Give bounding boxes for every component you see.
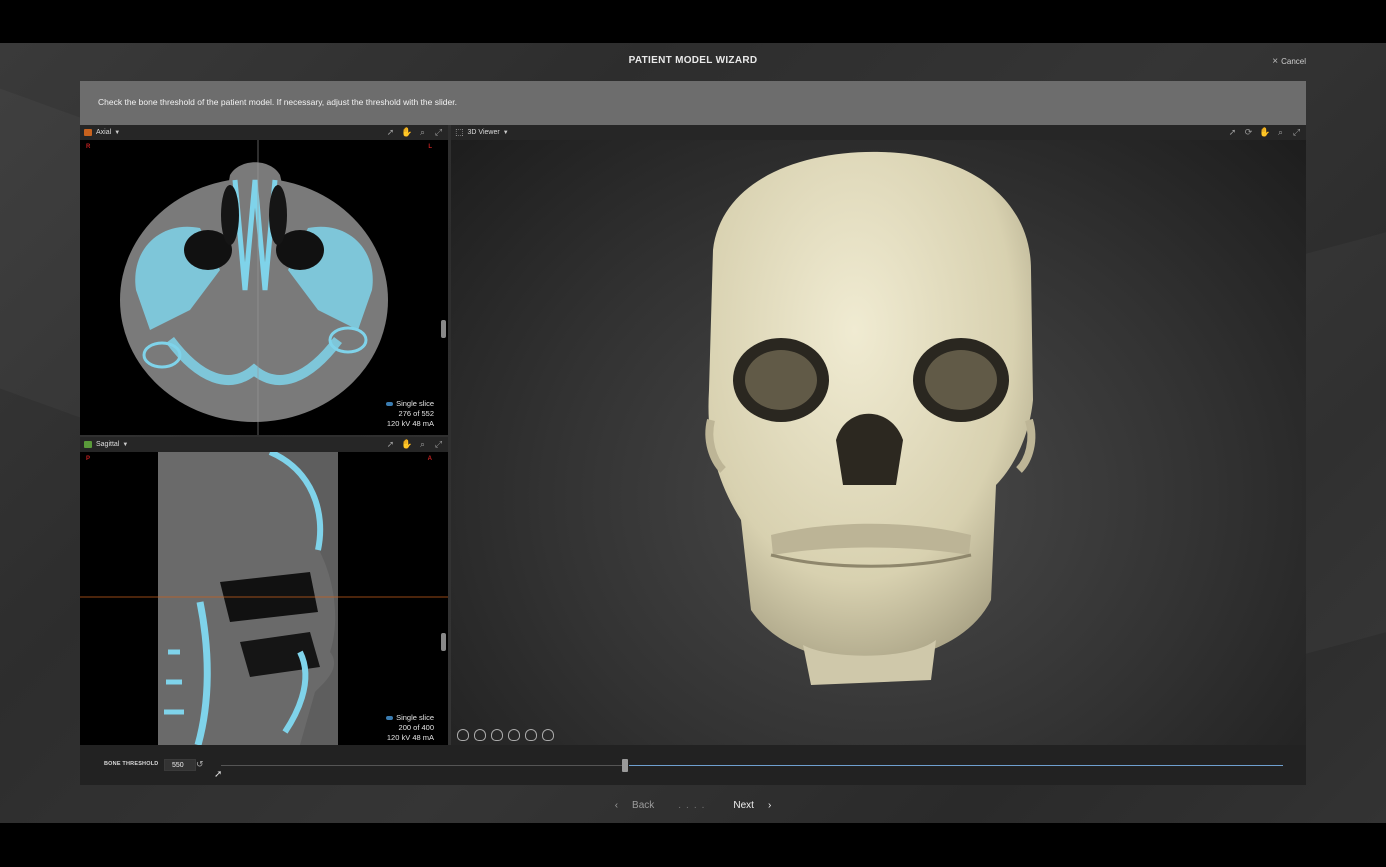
zoom-icon[interactable]: ⌕ <box>417 127 428 138</box>
zoom-icon[interactable]: ⌕ <box>1275 127 1286 138</box>
slice-icon <box>386 402 394 407</box>
axial-params: 120 kV 48 mA <box>386 419 434 428</box>
slice-icon <box>386 716 394 721</box>
pan-hand-icon[interactable]: ✋ <box>401 439 412 450</box>
bone-threshold-bar: BONE THRESHOLD 550 ↺ ➚ <box>80 745 1306 785</box>
axial-icon <box>84 129 92 136</box>
pan-hand-icon[interactable]: ✋ <box>1259 127 1270 138</box>
axial-slice-info: Single slice 276 of 552 120 kV 48 mA <box>386 399 434 429</box>
bone-threshold-label: BONE THRESHOLD <box>104 761 159 767</box>
bottom-view-icon[interactable] <box>525 729 537 741</box>
sagittal-header: Sagittal ▼ ➚ ✋ ⌕ ⤢ <box>80 437 448 452</box>
instruction-bar: Check the bone threshold of the patient … <box>80 81 1306 125</box>
reset-icon[interactable]: ↺ <box>196 759 204 770</box>
right-view-icon[interactable] <box>508 729 520 741</box>
chevron-right-icon: › <box>767 799 772 811</box>
3d-viewer-toolbar: ➚ ⟳ ✋ ⌕ ⤢ <box>1227 127 1302 138</box>
top-view-icon[interactable] <box>542 729 554 741</box>
cancel-button[interactable]: × Cancel <box>1272 56 1306 67</box>
pointer-icon[interactable]: ➚ <box>385 127 396 138</box>
chevron-down-icon: ▼ <box>122 442 129 448</box>
cancel-label: Cancel <box>1281 57 1306 66</box>
axial-header: Axial ▼ ➚ ✋ ⌕ ⤢ <box>80 125 448 140</box>
sagittal-icon <box>84 441 92 448</box>
screen: PATIENT MODEL WIZARD × Cancel Check the … <box>0 0 1386 867</box>
3d-viewer-title: 3D Viewer <box>467 129 500 136</box>
back-view-icon[interactable] <box>474 729 486 741</box>
bone-threshold-input[interactable]: 550 <box>164 759 196 771</box>
maximize-icon[interactable]: ⤢ <box>1291 127 1302 138</box>
sagittal-title: Sagittal <box>96 441 120 448</box>
maximize-icon[interactable]: ⤢ <box>433 439 444 450</box>
next-button[interactable]: Next › <box>733 800 771 811</box>
bone-threshold-slider-thumb[interactable] <box>622 759 628 772</box>
3d-view-select[interactable]: 3D Viewer ▼ <box>468 129 509 136</box>
background-facet <box>0 88 80 417</box>
wizard-title: PATIENT MODEL WIZARD <box>628 55 758 66</box>
back-button[interactable]: ‹ Back <box>615 800 655 811</box>
sagittal-params: 120 kV 48 mA <box>386 733 434 742</box>
background-facet <box>1306 232 1386 653</box>
3d-viewer-panel[interactable]: ⬚ 3D Viewer ▼ ➚ ⟳ ✋ ⌕ ⤢ <box>451 125 1306 745</box>
axial-view-select[interactable]: Axial ▼ <box>96 129 120 136</box>
chevron-down-icon: ▼ <box>114 130 121 136</box>
cube-icon: ⬚ <box>455 127 464 137</box>
sagittal-slice-number: 200 of 400 <box>398 723 434 732</box>
step-indicator: .... <box>678 799 710 811</box>
wizard-navigation: ‹ Back .... Next › <box>0 795 1386 815</box>
pointer-icon[interactable]: ➚ <box>385 439 396 450</box>
3d-skull-model <box>705 151 1036 685</box>
axial-ct-image <box>120 140 388 435</box>
back-label: Back <box>632 799 655 811</box>
wizard-stage: PATIENT MODEL WIZARD × Cancel Check the … <box>0 43 1386 823</box>
axial-slice-scrollbar[interactable] <box>441 320 446 338</box>
pan-hand-icon[interactable]: ✋ <box>401 127 412 138</box>
slider-track-active[interactable] <box>629 765 1283 766</box>
sagittal-slice-scrollbar[interactable] <box>441 633 446 651</box>
sagittal-panel[interactable]: Sagittal ▼ ➚ ✋ ⌕ ⤢ P A Single slice 200 … <box>80 437 448 745</box>
sagittal-toolbar: ➚ ✋ ⌕ ⤢ <box>385 439 444 450</box>
close-icon: × <box>1272 56 1279 67</box>
sagittal-ct-image <box>80 452 448 745</box>
axial-title: Axial <box>96 129 112 136</box>
rotate-icon[interactable]: ⟳ <box>1243 127 1254 138</box>
axial-slice-number: 276 of 552 <box>398 409 434 418</box>
chevron-left-icon: ‹ <box>614 799 619 811</box>
chevron-down-icon: ▼ <box>502 130 509 136</box>
axial-toolbar: ➚ ✋ ⌕ ⤢ <box>385 127 444 138</box>
next-label: Next <box>733 799 754 811</box>
mouse-cursor-icon: ➚ <box>214 769 223 780</box>
axial-mode: Single slice <box>396 399 434 408</box>
sagittal-view-select[interactable]: Sagittal ▼ <box>96 441 128 448</box>
sagittal-mode: Single slice <box>396 713 434 722</box>
front-view-icon[interactable] <box>457 729 469 741</box>
pointer-icon[interactable]: ➚ <box>1227 127 1238 138</box>
view-presets <box>457 729 554 741</box>
3d-viewer-header: ⬚ 3D Viewer ▼ ➚ ⟳ ✋ ⌕ ⤢ <box>451 125 1306 140</box>
zoom-icon[interactable]: ⌕ <box>417 439 428 450</box>
slider-track-inactive[interactable] <box>221 765 625 766</box>
left-view-icon[interactable] <box>491 729 503 741</box>
maximize-icon[interactable]: ⤢ <box>433 127 444 138</box>
axial-panel[interactable]: Axial ▼ ➚ ✋ ⌕ ⤢ R L Single slice 276 of … <box>80 125 448 435</box>
sagittal-slice-info: Single slice 200 of 400 120 kV 48 mA <box>386 713 434 743</box>
